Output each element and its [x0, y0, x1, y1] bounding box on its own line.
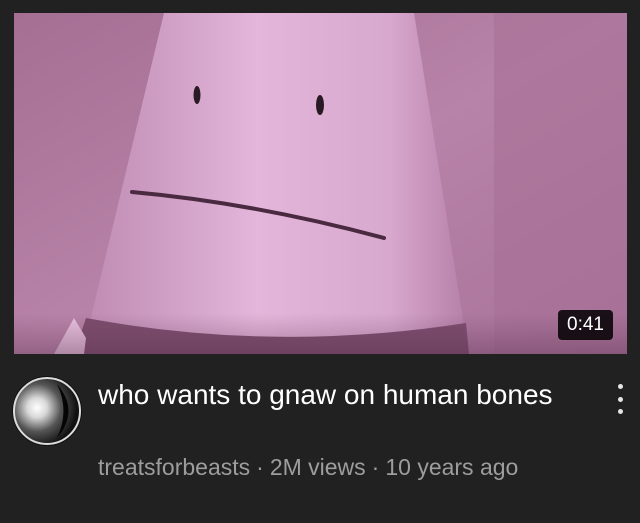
menu-dot	[617, 396, 623, 402]
duration-badge: 0:41	[558, 310, 613, 340]
video-thumbnail[interactable]: 0:41	[14, 13, 627, 354]
more-vert-icon[interactable]	[609, 384, 631, 414]
separator-dot: ·	[371, 454, 380, 480]
video-card[interactable]: 0:41 who wants to gnaw on human bones tr…	[0, 0, 640, 523]
video-subline: treatsforbeasts · 2M views · 10 years ago	[98, 452, 518, 482]
video-meta: who wants to gnaw on human bones treatsf…	[0, 354, 640, 523]
view-count: 2M views	[269, 454, 366, 480]
video-title[interactable]: who wants to gnaw on human bones	[98, 376, 568, 413]
separator-dot: ·	[256, 454, 264, 480]
channel-name[interactable]: treatsforbeasts	[98, 454, 250, 480]
avatar-image	[12, 376, 82, 446]
upload-age: 10 years ago	[385, 454, 519, 480]
menu-dot	[617, 409, 623, 414]
menu-dot	[617, 384, 623, 389]
thumbnail-image	[14, 13, 627, 354]
channel-avatar[interactable]	[12, 376, 82, 446]
